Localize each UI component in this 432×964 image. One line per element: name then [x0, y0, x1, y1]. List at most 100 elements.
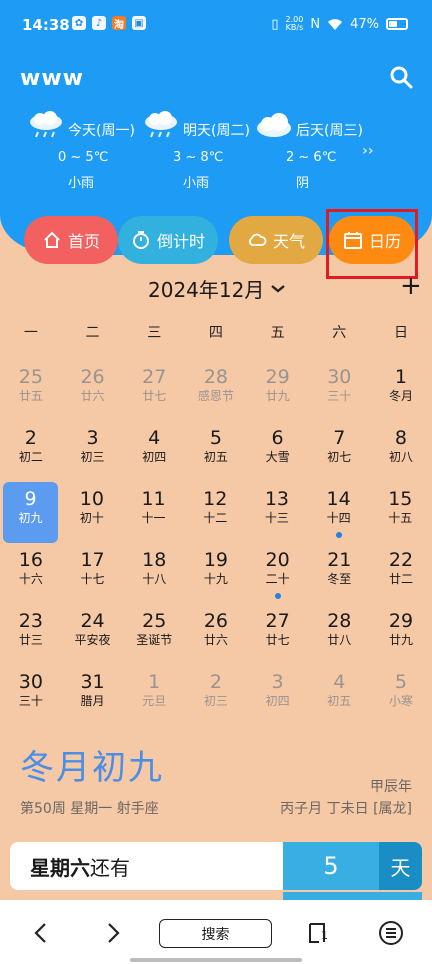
calendar-day[interactable]: 30 三十: [308, 360, 370, 421]
lunar-day: 十四: [326, 511, 351, 525]
weekday-label: 三: [147, 325, 162, 341]
calendar-day[interactable]: 3 初三: [62, 421, 124, 482]
calendar-day[interactable]: 25 圣诞节: [123, 604, 185, 665]
day-number: 5: [209, 427, 222, 449]
lunar-day: 初九: [18, 511, 43, 525]
lunar-day: 三十: [18, 694, 43, 708]
calendar-day[interactable]: 29 廿九: [247, 360, 309, 421]
calendar-day[interactable]: 12 十二: [184, 482, 246, 543]
day-number: 27: [142, 366, 167, 388]
nav-home-button[interactable]: 首页: [24, 216, 118, 264]
calendar-day[interactable]: 21 冬至: [308, 543, 370, 604]
calendar-day[interactable]: 16 十六: [0, 543, 62, 604]
calendar-day[interactable]: 11 十一: [123, 482, 185, 543]
lunar-day: 廿九: [388, 633, 413, 647]
lunar-day: 十六: [18, 572, 43, 586]
tab-count: 1: [321, 929, 328, 942]
calendar-day[interactable]: 17 十七: [62, 543, 124, 604]
status-bar: 14:38 ✿ ♪ 淘 ▣ ▯ 2.00 KB/s N 47%: [0, 0, 432, 52]
lunar-day: 廿六: [80, 389, 105, 403]
calendar-day[interactable]: 7 初七: [308, 421, 370, 482]
weather-temp: 0 ~ 5℃: [58, 150, 109, 165]
day-number: 20: [265, 549, 290, 571]
lunar-day: 廿三: [18, 633, 43, 647]
calendar-day[interactable]: 27 廿七: [247, 604, 309, 665]
tiktok-app-icon: ♪: [92, 16, 106, 30]
lunar-day: 初八: [388, 450, 413, 464]
menu-icon[interactable]: [378, 920, 404, 946]
net-speed: 2.00 KB/s: [286, 16, 304, 32]
weather-condition: 阴: [296, 176, 310, 191]
countdown-card-next[interactable]: [283, 892, 422, 900]
calendar-day[interactable]: 30 三十: [0, 665, 62, 726]
back-arrow-icon[interactable]: [28, 920, 54, 946]
forward-arrow-icon[interactable]: [100, 920, 126, 946]
bottom-search-button[interactable]: 搜索: [159, 919, 272, 948]
calendar-day[interactable]: 2 初三: [185, 665, 247, 726]
day-number: 7: [333, 427, 346, 449]
calendar-day[interactable]: 5 小寒: [370, 665, 432, 726]
week-info: 第50周 星期一 射手座: [20, 801, 159, 817]
search-button[interactable]: [388, 64, 416, 92]
countdown-unit: 天: [379, 842, 422, 890]
calendar-day[interactable]: 15 十五: [369, 482, 431, 543]
month-title: 2024年12月: [148, 278, 265, 302]
app-title: www: [20, 66, 84, 91]
calendar-day[interactable]: 22 廿二: [370, 543, 432, 604]
calendar-day[interactable]: 1 冬月: [370, 360, 432, 421]
calendar-day[interactable]: 19 十九: [185, 543, 247, 604]
calendar-day[interactable]: 4 初四: [123, 421, 185, 482]
calendar-day[interactable]: 18 十八: [123, 543, 185, 604]
cloud-icon: [249, 233, 267, 246]
calendar-day[interactable]: 6 大雪: [247, 421, 309, 482]
lunar-day: 廿九: [265, 389, 290, 403]
calendar-day[interactable]: 8 初八: [370, 421, 432, 482]
day-number: 4: [148, 427, 161, 449]
nav-countdown-button[interactable]: 倒计时: [118, 216, 218, 264]
countdown-card[interactable]: 星期六 还有 5 天: [10, 842, 422, 890]
calendar-day[interactable]: 20 二十: [247, 543, 309, 604]
calendar-day[interactable]: 24 平安夜: [62, 604, 124, 665]
lunar-day: 廿七: [265, 633, 290, 647]
calendar-day[interactable]: 10 初十: [61, 482, 123, 543]
calendar-day[interactable]: 31 腊月: [62, 665, 124, 726]
day-number: 21: [327, 549, 352, 571]
calendar-day[interactable]: 1 元旦: [123, 665, 185, 726]
day-number: 4: [333, 671, 346, 693]
calendar-day[interactable]: 23 廿三: [0, 604, 62, 665]
month-selector[interactable]: 2024年12月: [148, 274, 286, 303]
calendar-day[interactable]: 25 廿五: [0, 360, 62, 421]
calendar-day[interactable]: 2 初二: [0, 421, 62, 482]
calendar-day[interactable]: 14 十四: [308, 482, 370, 543]
calendar-day[interactable]: 5 初五: [185, 421, 247, 482]
calendar-day[interactable]: 26 廿六: [62, 360, 124, 421]
year-ganzhi: 甲辰年: [370, 779, 412, 795]
calendar-day[interactable]: 3 初四: [247, 665, 309, 726]
calendar-day[interactable]: 28 廿八: [308, 604, 370, 665]
weekday-header: 一 二 三 四 五 六 日: [0, 322, 432, 342]
weather-temp: 2 ~ 6℃: [286, 150, 337, 165]
home-icon: [44, 231, 60, 248]
countdown-value: 5: [283, 842, 379, 890]
calendar-day[interactable]: 28 感恩节: [185, 360, 247, 421]
more-weather-arrow-icon[interactable]: ››: [362, 143, 374, 159]
day-number: 23: [18, 610, 43, 632]
calendar-day[interactable]: 4 初五: [308, 665, 370, 726]
nav-weather-button[interactable]: 天气: [229, 216, 323, 264]
day-number: 2: [209, 671, 222, 693]
lunar-day: 冬至: [327, 572, 352, 586]
calendar-day-selected[interactable]: 9 初九: [3, 482, 58, 543]
day-number: 27: [265, 610, 290, 632]
calendar-day[interactable]: 13 十三: [246, 482, 308, 543]
calendar-week-row: 25 廿五 26 廿六 27 廿七 28 感恩节 29 廿九 30 三十 1 冬月: [0, 360, 432, 421]
highlight-box: [326, 209, 418, 279]
tabs-button[interactable]: 1: [306, 920, 332, 946]
calendar-day[interactable]: 26 廿六: [185, 604, 247, 665]
day-number: 5: [394, 671, 408, 693]
lunar-day: 初十: [79, 511, 104, 525]
add-event-button[interactable]: +: [400, 273, 422, 299]
calendar-day[interactable]: 29 廿九: [370, 604, 432, 665]
weekday-label: 一: [23, 325, 38, 341]
countdown-suffix: 还有: [90, 855, 130, 880]
calendar-day[interactable]: 27 廿七: [123, 360, 185, 421]
